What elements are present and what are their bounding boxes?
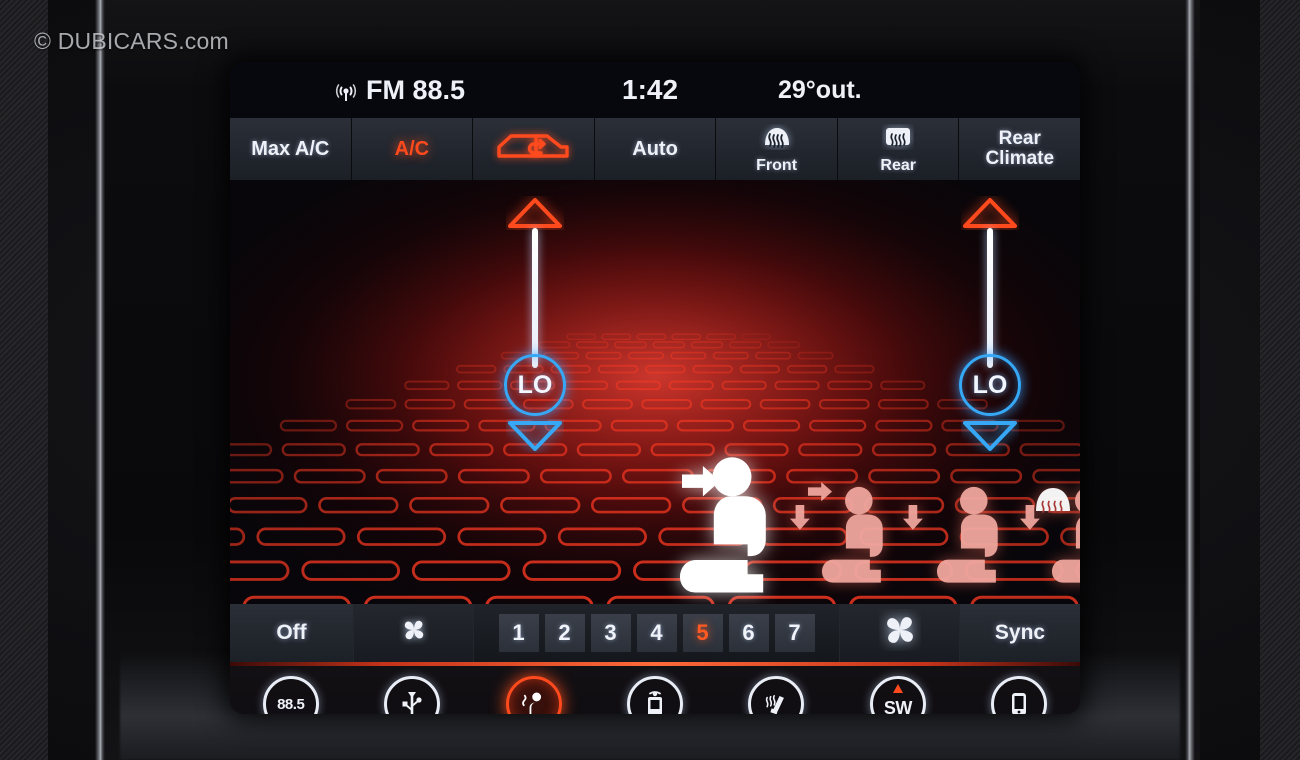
outside-temperature: 29°out. <box>778 75 862 104</box>
radio-freq-text: 88.5 <box>277 695 305 713</box>
chrome-strip-left <box>95 0 105 760</box>
fan-speed-row: Off 1 2 3 4 5 6 7 Sync <box>230 604 1080 662</box>
climate-person-icon <box>505 676 562 714</box>
phone-icon <box>991 676 1048 714</box>
compass-heading-text: SW <box>883 698 913 714</box>
antenna-broadcast-icon <box>335 80 357 101</box>
fan-level-1[interactable]: 1 <box>498 614 539 652</box>
usb-icon <box>384 676 441 714</box>
clock: 1:42 <box>622 74 679 105</box>
ac-button[interactable]: A/C <box>351 118 474 180</box>
infotainment-screen: FM 88.5 1:42 29°out. Max A/C A/C Auto Fr… <box>230 62 1080 714</box>
recirculation-car-icon <box>491 126 575 173</box>
rear-climate-button[interactable]: Rear Climate <box>959 118 1080 180</box>
rear-defrost-icon <box>882 124 914 155</box>
max-ac-label: Max A/C <box>251 138 330 160</box>
climate-visualization: LO LO <box>230 180 1080 604</box>
sync-button[interactable]: Sync <box>960 604 1080 662</box>
auto-button[interactable]: Auto <box>594 118 717 180</box>
fan-off-button[interactable]: Off <box>230 604 354 662</box>
chrome-strip-right <box>1185 0 1195 760</box>
nav-item-radio[interactable]: 88.5 Radio <box>230 676 351 714</box>
climate-top-button-row: Max A/C A/C Auto Front Rear Rear Climate <box>230 118 1080 180</box>
front-defrost-button[interactable]: Front <box>716 118 838 180</box>
fan-level-6[interactable]: 6 <box>728 614 769 652</box>
rear-defrost-button[interactable]: Rear <box>837 118 960 180</box>
defrost-glyph <box>1036 488 1070 513</box>
fan-level-4[interactable]: 4 <box>636 614 677 652</box>
heated-seat-controls-icon <box>748 676 805 714</box>
recirculation-button[interactable] <box>473 118 595 180</box>
airflow-figure-face <box>680 457 766 593</box>
fan-level-3[interactable]: 3 <box>590 614 631 652</box>
compass-sw-icon: SW <box>869 676 926 714</box>
fan-level-group: 1 2 3 4 5 6 7 <box>474 604 840 662</box>
watermark: © DUBICARS.com <box>34 28 229 54</box>
radio-status: FM 88.5 <box>335 75 465 106</box>
radio-station-label: FM 88.5 <box>366 74 466 105</box>
fan-level-5[interactable]: 5 <box>682 614 723 652</box>
uconnect-apps-icon <box>626 676 683 714</box>
status-bar: FM 88.5 1:42 29°out. <box>230 62 1080 118</box>
bottom-nav-bar: 88.5 Radio Media <box>230 666 1080 714</box>
nav-item-controls[interactable]: Controls <box>716 676 837 714</box>
dash-trim-left <box>0 0 48 760</box>
fan-decrease-button[interactable] <box>354 604 474 662</box>
auto-label: Auto <box>632 138 678 160</box>
rear-climate-label: Rear Climate <box>985 128 1055 169</box>
front-defrost-label: Front <box>756 156 798 174</box>
rear-defrost-label: Rear <box>880 156 916 174</box>
nav-item-media[interactable]: Media <box>351 676 472 714</box>
nav-item-apps[interactable]: Apps <box>594 676 715 714</box>
airflow-figure-floor-defrost <box>1020 486 1080 583</box>
sync-label: Sync <box>994 621 1046 644</box>
fan-level-7[interactable]: 7 <box>774 614 815 652</box>
fan-small-icon <box>399 615 429 651</box>
nav-item-phone[interactable]: Phone <box>959 676 1080 714</box>
airflow-mode-figures <box>680 457 1080 593</box>
radio-frequency-icon: 88.5 <box>262 676 319 714</box>
fan-increase-button[interactable] <box>840 604 960 662</box>
fan-large-icon <box>879 609 921 657</box>
ac-label: A/C <box>394 138 430 160</box>
max-ac-button[interactable]: Max A/C <box>230 118 352 180</box>
airflow-figure-face-floor <box>790 482 883 583</box>
airflow-figure-floor <box>903 486 998 583</box>
nav-item-climate[interactable]: Climate <box>473 676 594 714</box>
front-defrost-icon <box>759 124 795 155</box>
fan-off-label: Off <box>276 621 307 644</box>
nav-item-nav[interactable]: SW Nav <box>837 676 958 714</box>
fan-level-2[interactable]: 2 <box>544 614 585 652</box>
dash-trim-right <box>1260 0 1300 760</box>
